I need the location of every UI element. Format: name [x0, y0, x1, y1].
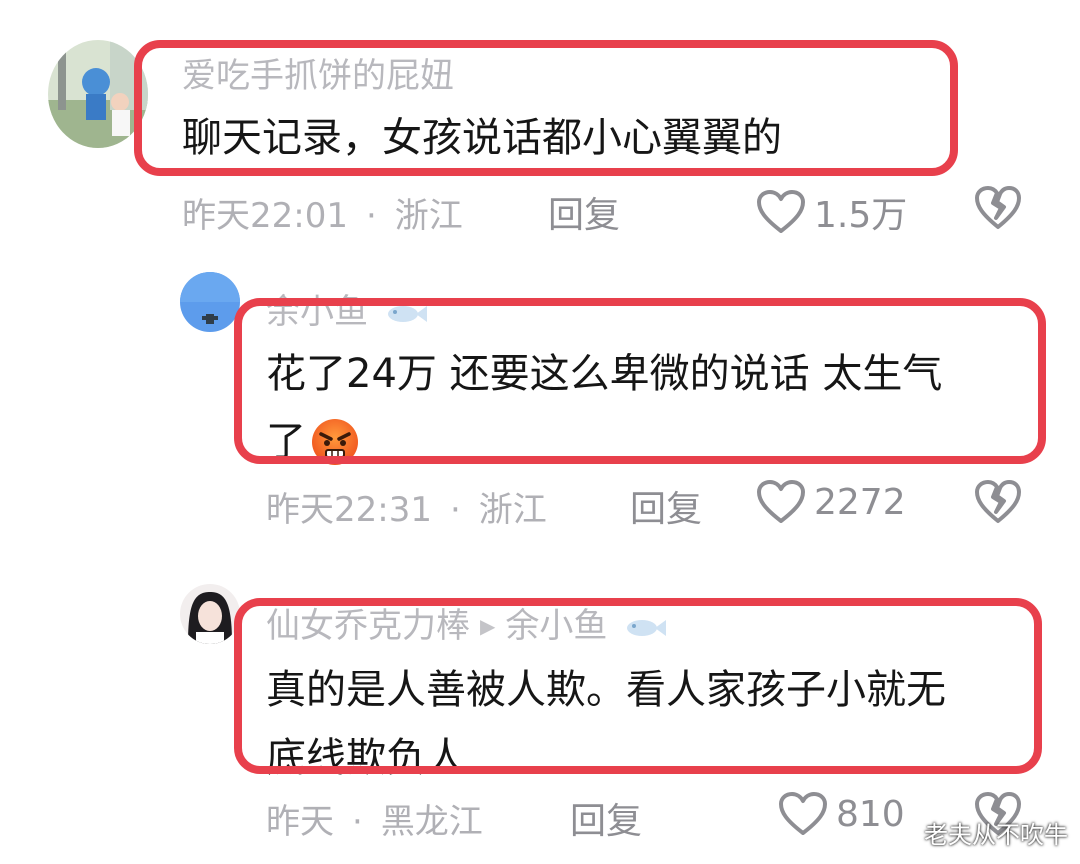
comment-meta: 昨天22:31 · 浙江 — [266, 482, 547, 531]
like-count: 810 — [836, 793, 905, 835]
dislike-button[interactable] — [974, 186, 1022, 234]
avatar[interactable] — [180, 272, 240, 332]
avatar[interactable] — [180, 584, 240, 644]
meta-separator: · — [365, 196, 377, 236]
heart-icon — [757, 480, 805, 523]
like-count: 2272 — [814, 481, 906, 523]
comment-location: 黑龙江 — [380, 802, 483, 842]
comment-meta: 昨天22:01 · 浙江 — [182, 188, 463, 237]
reply-button[interactable]: 回复 — [630, 480, 702, 532]
like-button[interactable]: 2272 — [756, 480, 906, 524]
comment-location: 浙江 — [394, 196, 463, 236]
like-button[interactable]: 1.5万 — [756, 186, 907, 238]
comment-meta: 昨天 · 黑龙江 — [266, 794, 483, 843]
broken-heart-icon — [975, 186, 1021, 229]
like-button[interactable]: 810 — [778, 792, 905, 836]
meta-separator: · — [449, 490, 461, 530]
comment-time: 昨天 — [266, 802, 334, 842]
comment-location: 浙江 — [478, 490, 547, 530]
like-count: 1.5万 — [814, 195, 908, 236]
heart-icon — [779, 792, 827, 835]
heart-icon — [757, 190, 805, 233]
reply-button[interactable]: 回复 — [570, 792, 642, 844]
reply-button[interactable]: 回复 — [548, 186, 620, 238]
meta-separator: · — [352, 802, 363, 842]
avatar[interactable] — [48, 40, 148, 148]
highlight-box — [234, 298, 1046, 464]
highlight-box — [234, 598, 1042, 774]
highlight-box — [134, 40, 958, 176]
dislike-button[interactable] — [974, 480, 1022, 528]
broken-heart-icon — [975, 480, 1021, 523]
comment-time: 昨天22:01 — [182, 196, 348, 236]
watermark: 老夫从不吹牛 — [924, 821, 1068, 849]
comment-time: 昨天22:31 — [266, 490, 432, 530]
